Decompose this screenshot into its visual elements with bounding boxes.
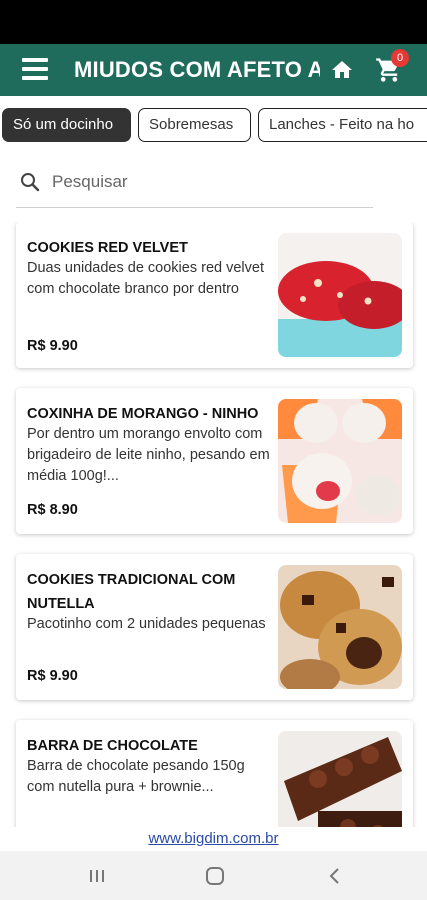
category-tab-lanches[interactable]: Lanches - Feito na ho <box>258 108 427 142</box>
cart-count-badge: 0 <box>391 49 409 67</box>
home-icon[interactable] <box>330 58 354 82</box>
product-price: R$ 9.90 <box>27 668 78 684</box>
menu-icon[interactable] <box>22 58 48 82</box>
category-tabs: Só um docinho Sobremesas Lanches - Feito… <box>0 106 427 144</box>
product-price: R$ 9.90 <box>27 338 78 354</box>
product-name: COOKIES RED VELVET <box>27 240 188 256</box>
search-bar <box>16 160 373 208</box>
product-price: R$ 8.90 <box>27 502 78 518</box>
product-description: Barra de chocolate pesando 150g com nute… <box>27 758 245 795</box>
product-card[interactable]: COXINHA DE MORANGO - NINHO Por dentro um… <box>16 388 413 534</box>
home-nav-icon[interactable] <box>204 865 226 887</box>
product-card[interactable]: COOKIES TRADICIONAL COM NUTELLA Pacotinh… <box>16 554 413 700</box>
recents-icon[interactable] <box>86 865 108 887</box>
product-description: Duas unidades de cookies red velvet com … <box>27 260 264 297</box>
product-list: COOKIES RED VELVET Duas unidades de cook… <box>0 222 427 827</box>
footer-website-link[interactable]: www.bigdim.com.br <box>0 827 427 851</box>
product-description: Por dentro um morango envolto com brigad… <box>27 426 270 484</box>
search-input[interactable] <box>52 168 352 196</box>
product-name: COOKIES TRADICIONAL COM NUTELLA <box>27 572 236 612</box>
category-tab-sobremesas[interactable]: Sobremesas <box>138 108 251 142</box>
product-card[interactable]: COOKIES RED VELVET Duas unidades de cook… <box>16 222 413 368</box>
product-image <box>278 731 402 827</box>
app-title: MIUDOS COM AFETO A <box>74 57 320 82</box>
product-image <box>278 233 402 357</box>
product-description: Pacotinho com 2 unidades pequenas <box>27 616 266 632</box>
status-bar <box>0 0 427 44</box>
category-tab-so-um-docinho[interactable]: Só um docinho <box>2 108 131 142</box>
product-name: BARRA DE CHOCOLATE <box>27 738 198 754</box>
product-name: COXINHA DE MORANGO - NINHO <box>27 406 259 422</box>
product-card[interactable]: BARRA DE CHOCOLATE Barra de chocolate pe… <box>16 720 413 827</box>
app-bar: MIUDOS COM AFETO A 0 <box>0 44 427 96</box>
product-image <box>278 565 402 689</box>
search-icon <box>18 170 42 194</box>
system-nav-bar <box>0 851 427 900</box>
back-icon[interactable] <box>324 865 346 887</box>
product-image <box>278 399 402 523</box>
